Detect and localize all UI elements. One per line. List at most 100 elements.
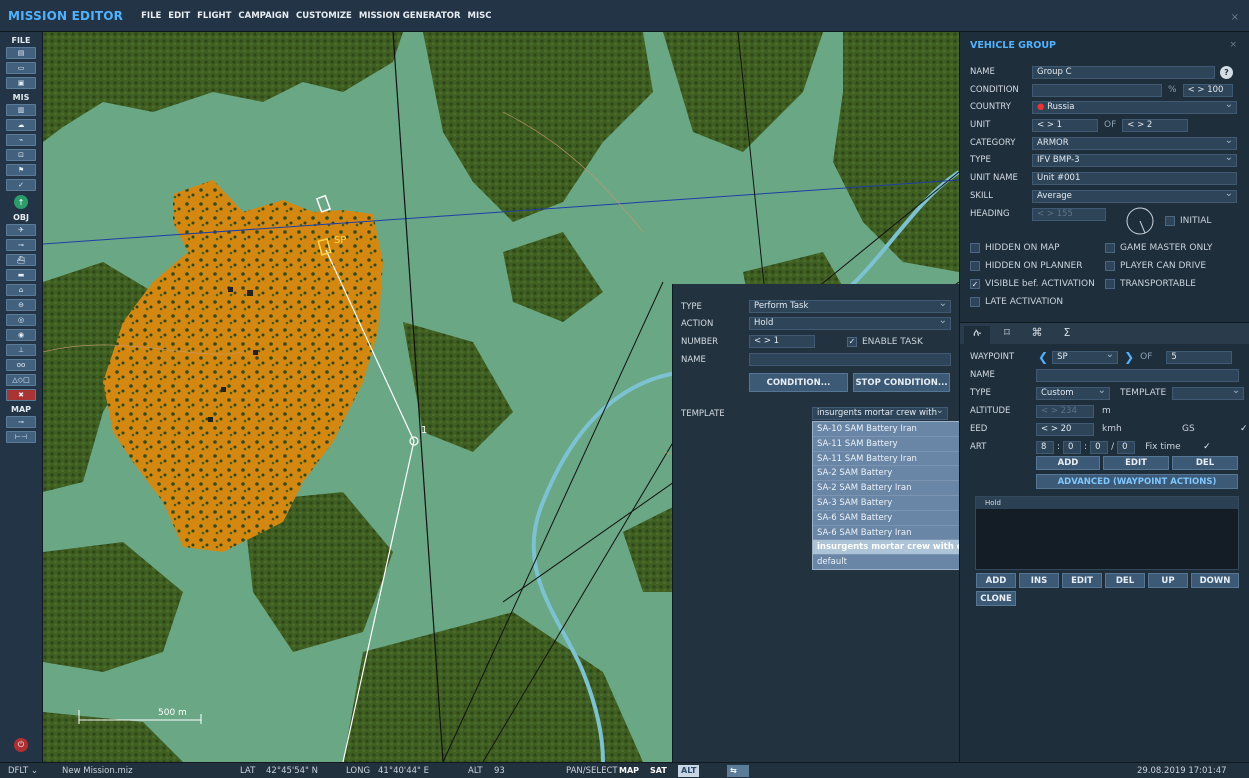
action-down-button[interactable]: DOWN: [1191, 573, 1239, 588]
alt-mode-button[interactable]: ALT: [678, 765, 700, 777]
trigger-zone-icon[interactable]: ⊡: [6, 149, 36, 161]
ruler-icon[interactable]: ⊸: [6, 416, 36, 428]
waypoint-actions-list[interactable]: Hold: [975, 496, 1239, 570]
unit-stepper[interactable]: < > 1: [1032, 118, 1098, 132]
waypoint-name-input[interactable]: [1036, 368, 1239, 382]
transportable-checkbox[interactable]: [1105, 279, 1115, 289]
menu-mission-generator[interactable]: MISSION GENERATOR: [359, 11, 461, 21]
unit-name-input[interactable]: Unit #001: [1032, 171, 1237, 185]
dropdown-option[interactable]: SA-3 SAM Battery: [813, 496, 975, 511]
triggers-icon[interactable]: ⌘: [1024, 326, 1050, 344]
condition-input[interactable]: [1032, 83, 1162, 97]
map-layers-icon[interactable]: ⇆: [727, 765, 749, 777]
menu-flight[interactable]: FLIGHT: [197, 11, 231, 21]
dropdown-option[interactable]: SA-11 SAM Battery Iran: [813, 452, 975, 467]
menu-campaign[interactable]: CAMPAIGN: [238, 11, 289, 21]
list-item[interactable]: Hold: [976, 497, 1238, 509]
ship-icon[interactable]: ⛴: [6, 254, 36, 266]
fly-mission-icon[interactable]: ↑: [14, 195, 28, 209]
dropdown-option[interactable]: default: [813, 555, 975, 569]
zone-icon[interactable]: ◉: [6, 329, 36, 341]
game-master-only-checkbox[interactable]: [1105, 243, 1115, 253]
visible-before-activation-checkbox[interactable]: ✓: [970, 279, 980, 289]
waypoint-template-select[interactable]: [1172, 386, 1245, 400]
start-day[interactable]: 0: [1117, 440, 1136, 454]
enable-task-checkbox[interactable]: ✓: [847, 336, 857, 347]
dropdown-option[interactable]: SA-11 SAM Battery: [813, 437, 975, 452]
action-edit-button[interactable]: EDIT: [1062, 573, 1102, 588]
help-icon[interactable]: ?: [1220, 65, 1233, 79]
menu-file[interactable]: FILE: [141, 11, 161, 21]
airplane-icon[interactable]: ✈: [6, 224, 36, 236]
helicopter-icon[interactable]: ⊸: [6, 239, 36, 251]
task-name-input[interactable]: [749, 353, 951, 366]
task-number-stepper[interactable]: < > 1: [749, 335, 815, 348]
route-tool-icon[interactable]: ⌁: [6, 134, 36, 146]
new-file-icon[interactable]: ▤: [6, 47, 36, 59]
stop-condition-button[interactable]: STOP CONDITION...: [853, 373, 950, 392]
template-icon[interactable]: ⊥: [6, 344, 36, 356]
menu-edit[interactable]: EDIT: [168, 11, 190, 21]
heading-dial-icon[interactable]: [1125, 206, 1155, 236]
action-ins-button[interactable]: INS: [1019, 573, 1059, 588]
static-object-icon[interactable]: ⌂: [6, 284, 36, 296]
task-action-select[interactable]: Hold: [749, 317, 951, 330]
speed-stepper[interactable]: < > 20: [1036, 422, 1094, 436]
start-hours[interactable]: 8: [1036, 440, 1054, 454]
nav-target-icon[interactable]: ◎: [6, 314, 36, 326]
skill-select[interactable]: Average: [1032, 189, 1237, 203]
group-icon[interactable]: oo: [6, 359, 36, 371]
probability-stepper[interactable]: < > 100: [1182, 83, 1233, 97]
hidden-on-planner-checkbox[interactable]: [970, 261, 980, 271]
late-activation-checkbox[interactable]: [970, 297, 980, 307]
group-name-input[interactable]: Group C: [1032, 65, 1215, 79]
task-type-select[interactable]: Perform Task: [749, 300, 951, 313]
route-icon[interactable]: ሉ: [964, 326, 990, 344]
category-select[interactable]: ARMOR: [1032, 136, 1237, 150]
hidden-on-map-checkbox[interactable]: [970, 243, 980, 253]
action-del-button[interactable]: DEL: [1105, 573, 1145, 588]
dropdown-option-selected[interactable]: insurgents mortar crew with car: [813, 540, 975, 556]
waypoint-add-button[interactable]: ADD: [1036, 456, 1100, 470]
template-select[interactable]: insurgents mortar crew with: [812, 407, 948, 420]
weather-icon[interactable]: ☁: [6, 119, 36, 131]
waypoint-type-select[interactable]: Custom: [1036, 386, 1110, 400]
save-icon[interactable]: ▣: [6, 77, 36, 89]
condition-button[interactable]: CONDITION...: [749, 373, 848, 392]
exit-icon[interactable]: ⏻: [14, 738, 28, 752]
waypoint-prev-icon[interactable]: ❮: [1038, 350, 1048, 364]
open-folder-icon[interactable]: ▭: [6, 62, 36, 74]
summary-icon[interactable]: Σ: [1054, 326, 1080, 344]
coalition-icon[interactable]: ⚑: [6, 164, 36, 176]
map-mode-button[interactable]: MAP: [616, 765, 642, 777]
dropdown-option[interactable]: SA-2 SAM Battery: [813, 466, 975, 482]
menu-misc[interactable]: MISC: [468, 11, 492, 21]
sat-mode-button[interactable]: SAT: [647, 765, 670, 777]
initial-checkbox[interactable]: [1165, 216, 1175, 226]
start-minutes[interactable]: 0: [1063, 440, 1082, 454]
ground-unit-icon[interactable]: ▬: [6, 269, 36, 281]
action-add-button[interactable]: ADD: [976, 573, 1016, 588]
window-close-icon[interactable]: ×: [1231, 12, 1239, 23]
action-clone-button[interactable]: CLONE: [976, 591, 1016, 606]
action-up-button[interactable]: UP: [1148, 573, 1188, 588]
airbase-icon[interactable]: ⊖: [6, 299, 36, 311]
shapes-icon[interactable]: △◇□: [6, 374, 36, 386]
unit-total-stepper[interactable]: < > 2: [1122, 118, 1189, 132]
dropdown-option[interactable]: SA-10 SAM Battery Iran: [813, 422, 975, 437]
waypoint-next-icon[interactable]: ❯: [1124, 350, 1134, 364]
measure-icon[interactable]: ⊢⊣: [6, 431, 36, 443]
type-select[interactable]: IFV BMP-3: [1032, 153, 1237, 167]
waypoint-edit-button[interactable]: EDIT: [1103, 456, 1169, 470]
advanced-waypoint-actions-button[interactable]: ADVANCED (WAYPOINT ACTIONS): [1036, 474, 1238, 489]
fix-time-checkbox[interactable]: ✓: [1203, 442, 1211, 452]
profile-select[interactable]: DFLT ⌄: [8, 766, 38, 776]
briefing-icon[interactable]: ▥: [6, 104, 36, 116]
target-icon[interactable]: ⌑: [994, 326, 1020, 344]
start-seconds[interactable]: 0: [1090, 440, 1109, 454]
country-select[interactable]: ● Russia: [1032, 100, 1237, 114]
menu-customize[interactable]: CUSTOMIZE: [296, 11, 352, 21]
dropdown-option[interactable]: SA-2 SAM Battery Iran: [813, 481, 975, 496]
waypoint-del-button[interactable]: DEL: [1172, 456, 1238, 470]
delete-icon[interactable]: ✖: [6, 389, 36, 401]
